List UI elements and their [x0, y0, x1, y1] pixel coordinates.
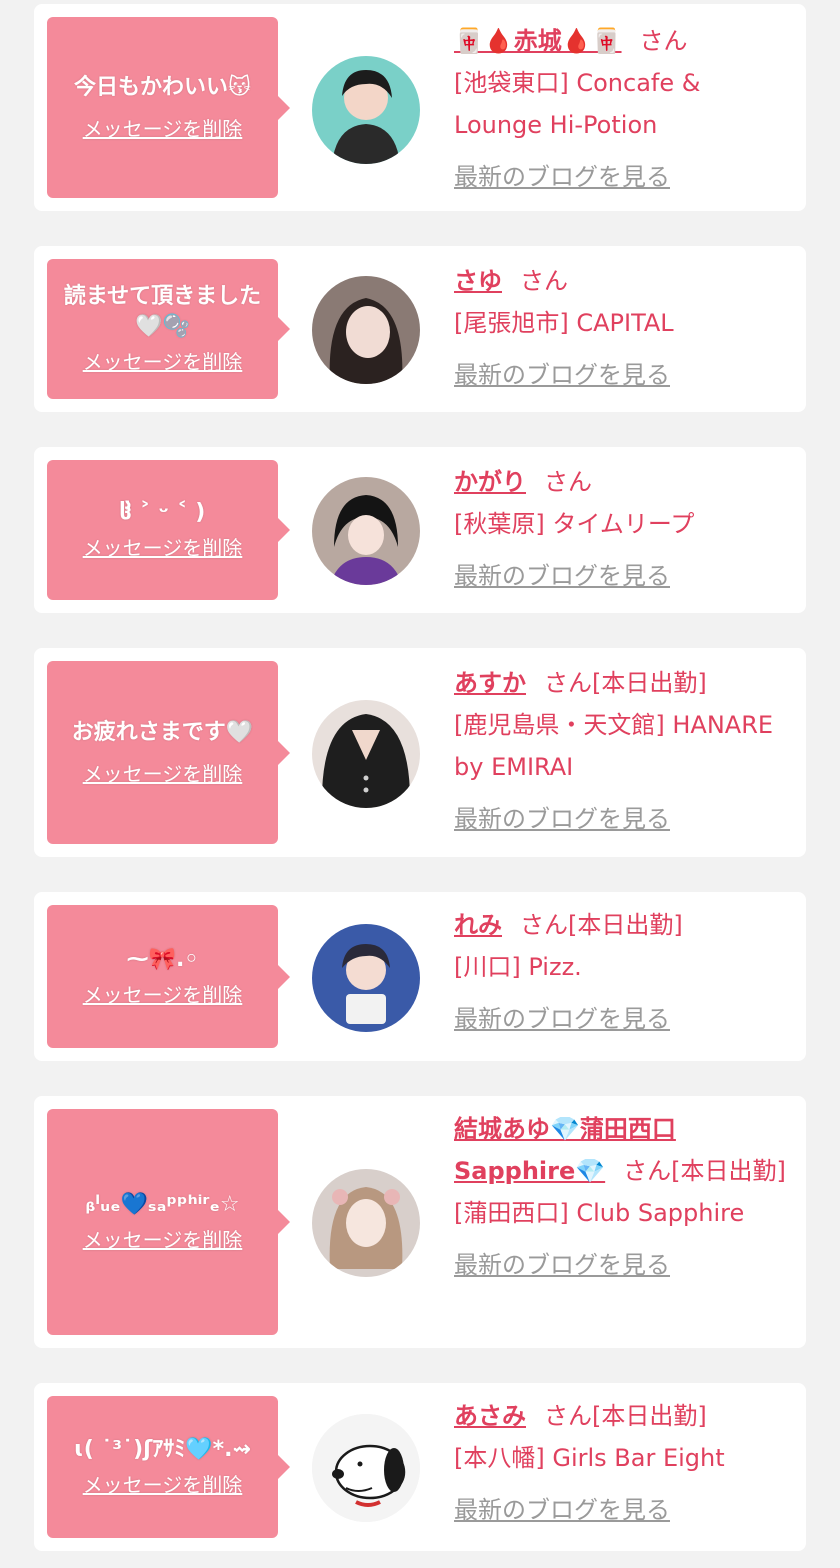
- delete-message-link[interactable]: メッセージを削除: [83, 1471, 243, 1499]
- avatar[interactable]: [312, 1169, 420, 1277]
- message-text: ჱ̒ ˃ ᵕ ˂ ): [119, 500, 206, 525]
- cast-name-line: 結城あゆ💎蒲田西口Sapphire💎 さん[本日出勤]: [454, 1108, 794, 1192]
- latest-blog-link[interactable]: 最新のブログを見る: [454, 798, 670, 840]
- delete-message-link[interactable]: メッセージを削除: [83, 1226, 243, 1254]
- honorific: さん: [520, 911, 568, 939]
- latest-blog-link[interactable]: 最新のブログを見る: [454, 354, 670, 396]
- avatar-photo-icon: [312, 56, 420, 164]
- latest-blog-link[interactable]: 最新のブログを見る: [454, 156, 670, 198]
- message-bubble: 今日もかわいい😽 メッセージを削除: [47, 17, 278, 198]
- attendance-status: [本日出勤]: [592, 1402, 707, 1430]
- latest-blog-link[interactable]: 最新のブログを見る: [454, 1489, 670, 1531]
- shop-name: [秋葉原] タイムリープ: [454, 510, 695, 538]
- message-bubble: ⁓🎀.◦ メッセージを削除: [47, 905, 278, 1048]
- message-card: 今日もかわいい😽 メッセージを削除 🀄🩸赤城🩸🀄 さん [池袋東口] Concaf…: [34, 4, 806, 211]
- cast-info: れみ さん[本日出勤] [川口] Pizz. 最新のブログを見る: [454, 904, 794, 1040]
- honorific: さん: [639, 27, 688, 55]
- honorific: さん: [623, 1157, 672, 1185]
- latest-blog-link[interactable]: 最新のブログを見る: [454, 1244, 670, 1286]
- cast-name-line: あさみ さん[本日出勤]: [454, 1395, 794, 1437]
- honorific: さん: [544, 669, 592, 697]
- cast-name-line: さゆ さん: [454, 260, 794, 302]
- message-bubble: ჱ̒ ˃ ᵕ ˂ ) メッセージを削除: [47, 460, 278, 600]
- avatar-photo-icon: [312, 276, 420, 384]
- delete-message-link[interactable]: メッセージを削除: [83, 348, 243, 376]
- cast-name-link[interactable]: れみ: [454, 911, 502, 939]
- message-bubble: お疲れさまです🤍 メッセージを削除: [47, 661, 278, 844]
- shop-name: [本八幡] Girls Bar Eight: [454, 1444, 725, 1472]
- message-card: ⁓🎀.◦ メッセージを削除 れみ さん[本日出勤] [川口] Pizz. 最新のブ…: [34, 892, 806, 1061]
- message-bubble: 読ませて頂きました🤍🫧 メッセージを削除: [47, 259, 278, 399]
- message-text: 今日もかわいい😽: [74, 74, 251, 100]
- avatar-photo-icon: [312, 700, 420, 808]
- message-text: ⁓🎀.◦: [126, 946, 199, 972]
- message-text: 読ませて頂きました🤍🫧: [63, 284, 262, 339]
- cast-name-line: れみ さん[本日出勤]: [454, 904, 794, 946]
- message-text: ᵦˡᵤₑ💙ₛₐᵖᵖʰⁱʳₑ☆: [85, 1192, 240, 1217]
- avatar-photo-icon: [312, 924, 420, 1032]
- cast-name-line: かがり さん: [454, 461, 794, 503]
- avatar-photo-icon: [312, 477, 420, 585]
- attendance-status: [本日出勤]: [568, 911, 683, 939]
- message-bubble: ɩ( ˙³˙)ʃｱｻﾐ🩵*.⇝ メッセージを削除: [47, 1396, 278, 1538]
- avatar[interactable]: [312, 56, 420, 164]
- honorific: さん: [544, 1402, 592, 1430]
- snoopy-icon: [312, 1414, 420, 1522]
- latest-blog-link[interactable]: 最新のブログを見る: [454, 555, 670, 597]
- avatar[interactable]: [312, 1414, 420, 1522]
- message-card: ɩ( ˙³˙)ʃｱｻﾐ🩵*.⇝ メッセージを削除 あさみ さん[本日出勤] [本八…: [34, 1383, 806, 1551]
- message-card: お疲れさまです🤍 メッセージを削除 あすか さん[本日出勤] [鹿児島県・天文館]…: [34, 648, 806, 857]
- message-text: ɩ( ˙³˙)ʃｱｻﾐ🩵*.⇝: [74, 1437, 251, 1462]
- cast-info: 結城あゆ💎蒲田西口Sapphire💎 さん[本日出勤] [蒲田西口] Club S…: [454, 1108, 794, 1286]
- cast-info: あすか さん[本日出勤] [鹿児島県・天文館] HANARE by EMIRAI …: [454, 662, 794, 840]
- shop-name: [鹿児島県・天文館] HANARE by EMIRAI: [454, 711, 774, 781]
- message-card: ჱ̒ ˃ ᵕ ˂ ) メッセージを削除 かがり さん [秋葉原] タイムリープ 最…: [34, 447, 806, 613]
- avatar[interactable]: [312, 700, 420, 808]
- avatar[interactable]: [312, 924, 420, 1032]
- message-card: ᵦˡᵤₑ💙ₛₐᵖᵖʰⁱʳₑ☆ メッセージを削除 結城あゆ💎蒲田西口Sapphir…: [34, 1096, 806, 1348]
- delete-message-link[interactable]: メッセージを削除: [83, 760, 243, 788]
- cast-name-link[interactable]: かがり: [454, 468, 526, 496]
- cast-name-link[interactable]: さゆ: [454, 267, 502, 295]
- cast-info: あさみ さん[本日出勤] [本八幡] Girls Bar Eight 最新のブログ…: [454, 1395, 794, 1531]
- shop-name: [蒲田西口] Club Sapphire: [454, 1199, 745, 1227]
- shop-name: [尾張旭市] CAPITAL: [454, 309, 674, 337]
- cast-name-line: 🀄🩸赤城🩸🀄 さん: [454, 20, 794, 62]
- latest-blog-link[interactable]: 最新のブログを見る: [454, 998, 670, 1040]
- avatar-photo-icon: [312, 1169, 420, 1277]
- cast-info: 🀄🩸赤城🩸🀄 さん [池袋東口] Concafe & Lounge Hi-Poti…: [454, 20, 794, 198]
- avatar[interactable]: [312, 477, 420, 585]
- attendance-status: [本日出勤]: [671, 1157, 786, 1185]
- attendance-status: [本日出勤]: [592, 669, 707, 697]
- delete-message-link[interactable]: メッセージを削除: [83, 115, 243, 143]
- delete-message-link[interactable]: メッセージを削除: [83, 981, 243, 1009]
- shop-name: [池袋東口] Concafe & Lounge Hi-Potion: [454, 69, 701, 139]
- cast-name-link[interactable]: あすか: [454, 669, 526, 697]
- cast-info: さゆ さん [尾張旭市] CAPITAL 最新のブログを見る: [454, 260, 794, 396]
- cast-name-line: あすか さん[本日出勤]: [454, 662, 794, 704]
- avatar[interactable]: [312, 276, 420, 384]
- cast-info: かがり さん [秋葉原] タイムリープ 最新のブログを見る: [454, 461, 794, 597]
- honorific: さん: [544, 468, 592, 496]
- message-card: 読ませて頂きました🤍🫧 メッセージを削除 さゆ さん [尾張旭市] CAPITAL…: [34, 246, 806, 412]
- honorific: さん: [520, 267, 568, 295]
- cast-name-link[interactable]: 🀄🩸赤城🩸🀄: [454, 27, 622, 55]
- message-text: お疲れさまです🤍: [71, 719, 254, 745]
- shop-name: [川口] Pizz.: [454, 953, 582, 981]
- message-bubble: ᵦˡᵤₑ💙ₛₐᵖᵖʰⁱʳₑ☆ メッセージを削除: [47, 1109, 278, 1335]
- delete-message-link[interactable]: メッセージを削除: [83, 534, 243, 562]
- cast-name-link[interactable]: あさみ: [454, 1402, 526, 1430]
